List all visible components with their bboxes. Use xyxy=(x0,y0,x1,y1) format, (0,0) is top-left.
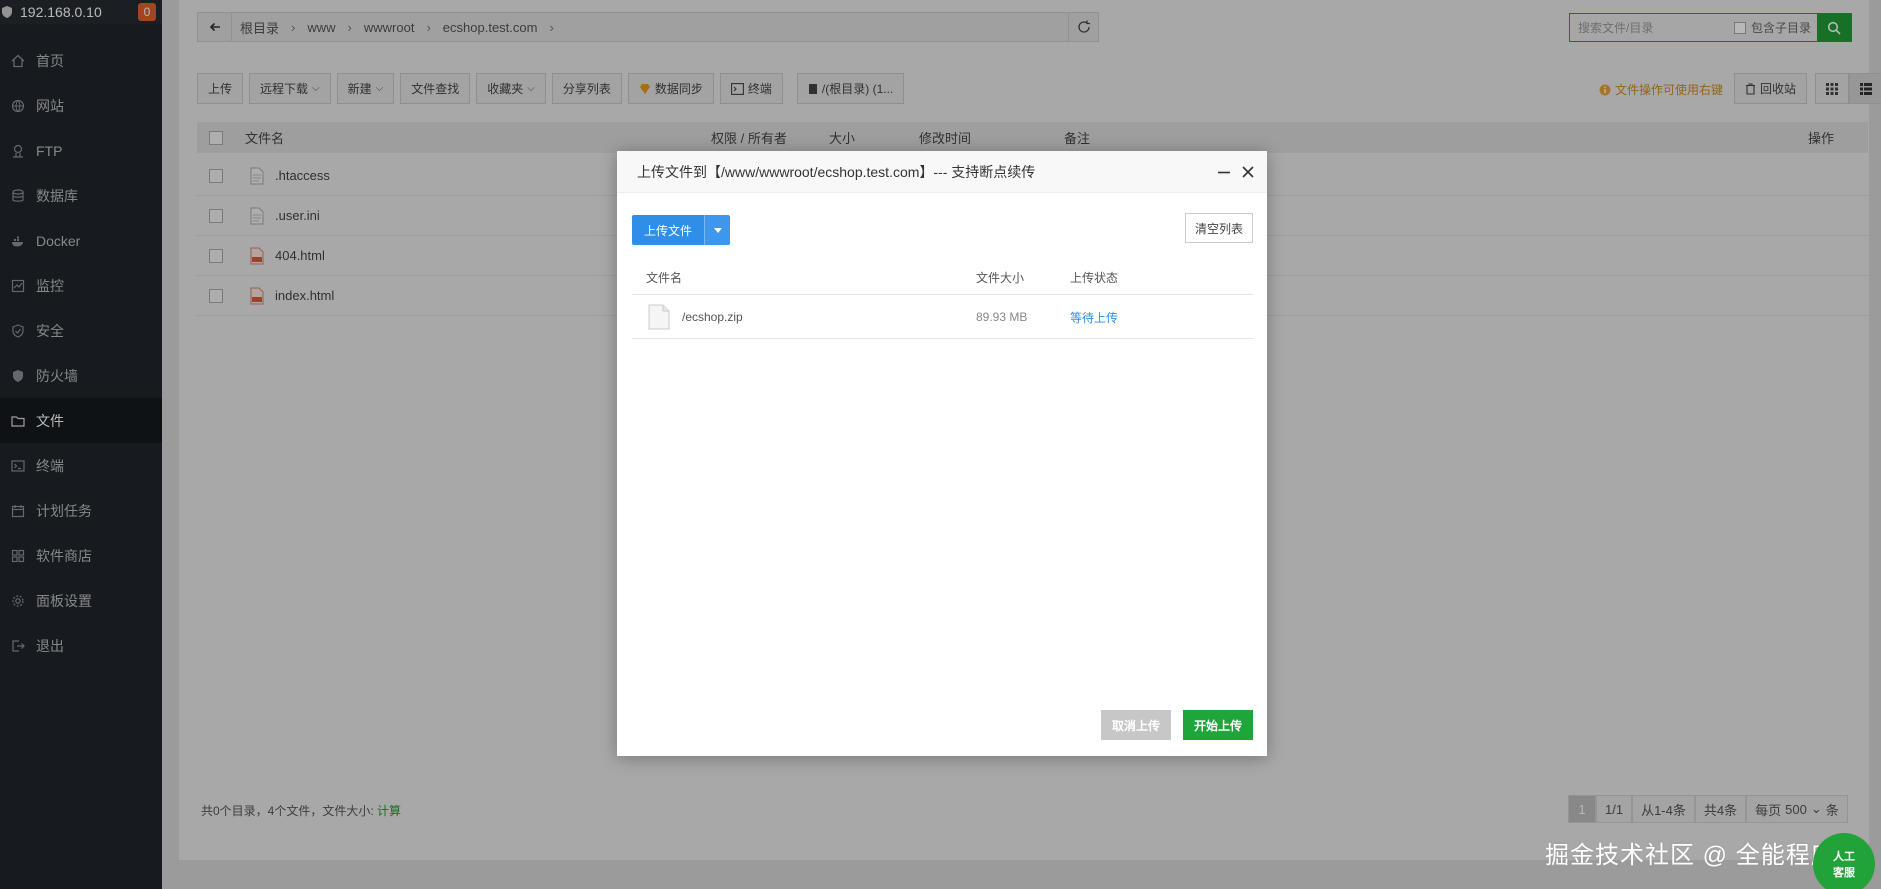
caret-down-icon xyxy=(713,227,722,233)
file-icon xyxy=(648,304,670,330)
dialog-footer: 取消上传 开始上传 xyxy=(1100,710,1253,740)
dialog-header: 上传文件到【/www/wwwroot/ecshop.test.com】--- 支… xyxy=(617,151,1267,193)
upload-list-header: 文件名 文件大小 上传状态 xyxy=(632,261,1253,295)
upload-file-size: 89.93 MB xyxy=(976,310,1028,324)
ul-col-size: 文件大小 xyxy=(976,271,1025,285)
upload-file-button[interactable]: 上传文件 xyxy=(632,215,705,245)
clear-list-button[interactable]: 清空列表 xyxy=(1184,213,1253,243)
minimize-icon[interactable] xyxy=(1217,165,1231,179)
upload-button-group: 上传文件 xyxy=(632,215,731,245)
ul-col-status: 上传状态 xyxy=(1070,271,1119,285)
upload-file-name: /ecshop.zip xyxy=(682,310,743,324)
upload-dropdown-button[interactable] xyxy=(704,215,731,245)
close-icon[interactable] xyxy=(1241,165,1255,179)
customer-service-button[interactable]: 人工 客服 xyxy=(1813,833,1875,889)
upload-file-status: 等待上传 xyxy=(1070,310,1119,325)
upload-dialog: 上传文件到【/www/wwwroot/ecshop.test.com】--- 支… xyxy=(617,151,1267,756)
start-upload-button[interactable]: 开始上传 xyxy=(1182,710,1253,740)
cancel-upload-button[interactable]: 取消上传 xyxy=(1100,710,1171,740)
kefu-line2: 客服 xyxy=(1833,867,1855,879)
dialog-title: 上传文件到【/www/wwwroot/ecshop.test.com】--- 支… xyxy=(637,163,1036,180)
kefu-line1: 人工 xyxy=(1833,851,1855,863)
ul-col-name: 文件名 xyxy=(646,271,683,285)
upload-list-item: /ecshop.zip 89.93 MB 等待上传 xyxy=(632,296,1253,339)
